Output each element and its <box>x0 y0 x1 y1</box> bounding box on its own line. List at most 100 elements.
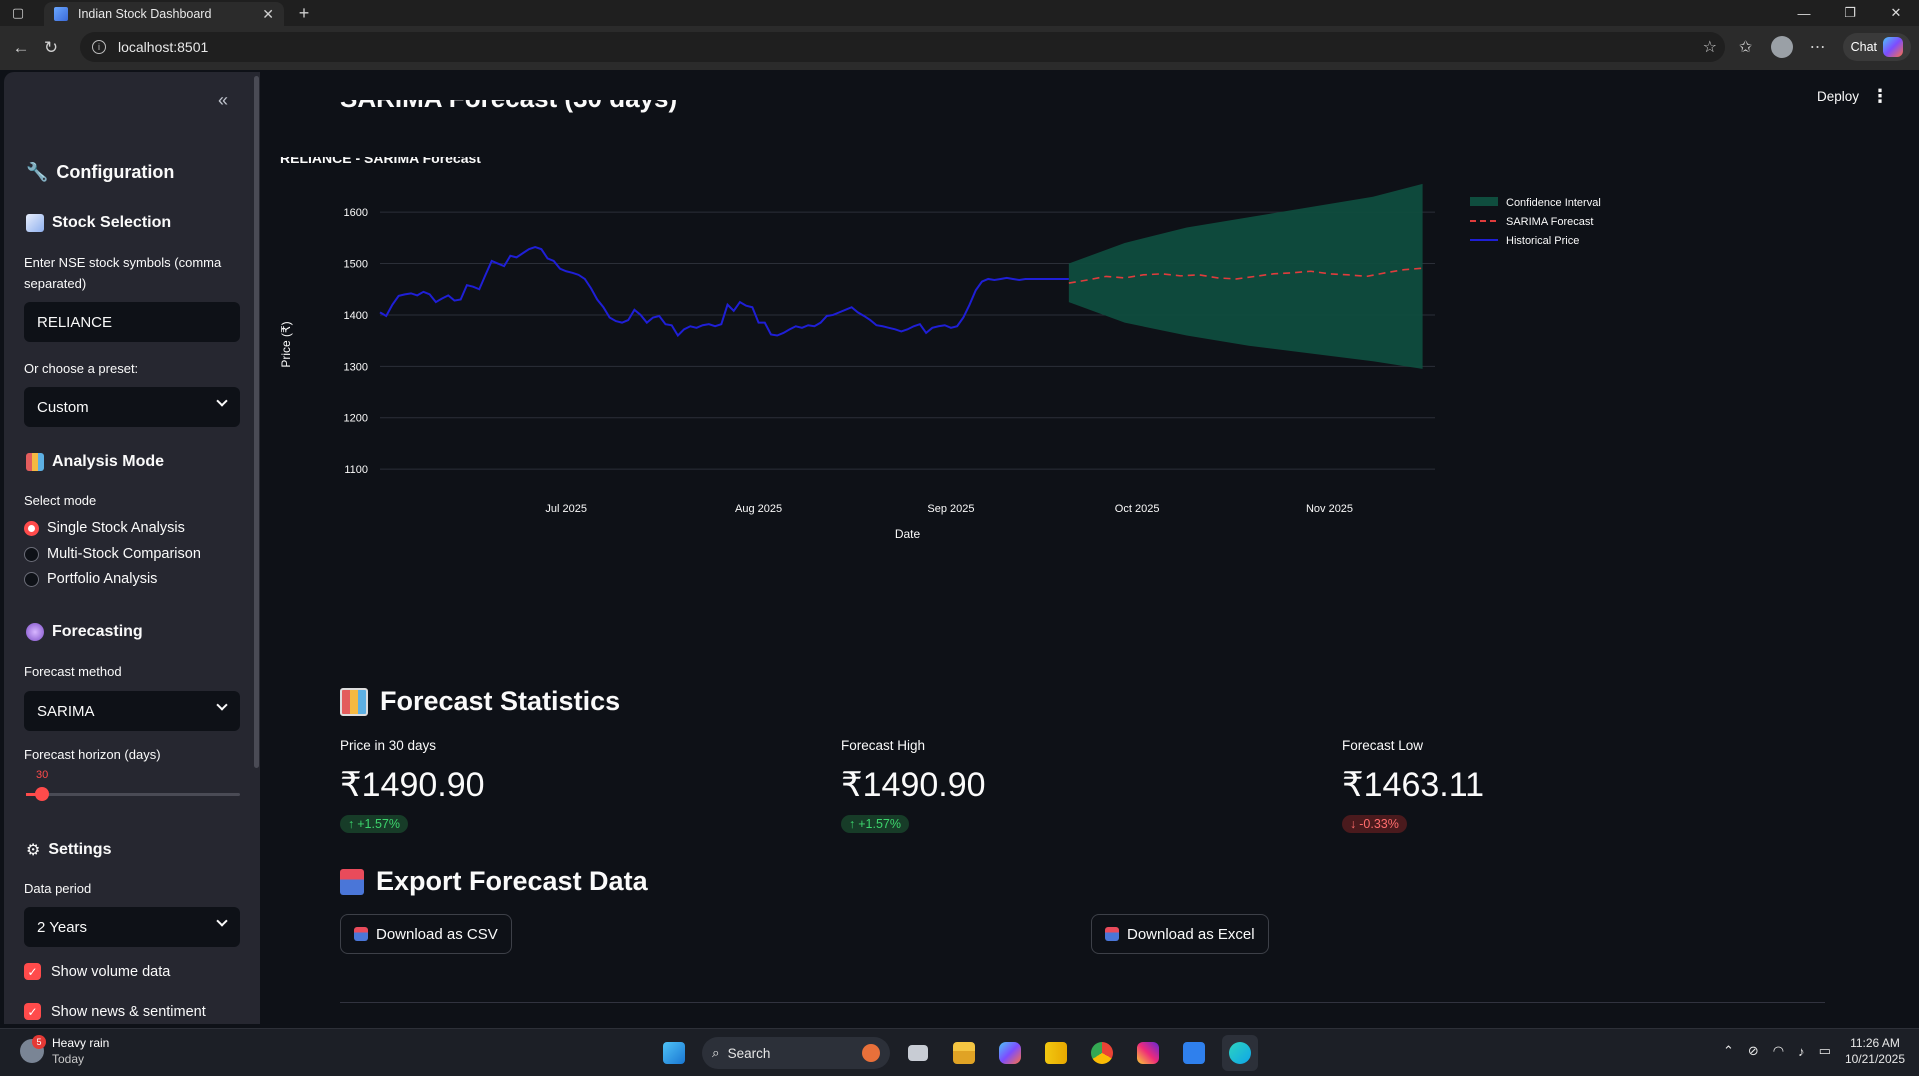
metric-price-30d: Price in 30 days ₹1490.90 ↑ +1.57% <box>340 738 485 833</box>
new-tab-icon[interactable]: + <box>292 2 316 24</box>
arrow-up-icon: ↑ <box>849 817 856 831</box>
site-info-icon[interactable]: i <box>92 40 106 54</box>
forecasting-heading: Forecasting <box>26 623 143 641</box>
x-tick-label: Jul 2025 <box>545 503 587 515</box>
method-select[interactable]: SARIMA <box>24 691 240 731</box>
copilot-app-icon[interactable] <box>992 1035 1028 1071</box>
chevron-down-icon <box>216 395 228 407</box>
reload-icon[interactable]: ↻ <box>36 33 66 63</box>
horizon-label: Forecast horizon (days) <box>24 747 161 762</box>
taskbar-search[interactable]: ⌕ Search <box>702 1037 890 1069</box>
window-close-icon[interactable]: ✕ <box>1873 0 1919 26</box>
edge-icon[interactable] <box>1222 1035 1258 1071</box>
arrow-up-icon: ↑ <box>348 817 355 831</box>
more-icon[interactable]: ⋯ <box>1807 37 1829 57</box>
search-icon: ⌕ <box>712 1045 720 1060</box>
url-input[interactable]: i localhost:8501 ☆ <box>80 32 1725 62</box>
checkmark-icon: ✓ <box>24 1003 41 1020</box>
deploy-button[interactable]: Deploy <box>1817 89 1859 104</box>
task-view-icon[interactable] <box>900 1035 936 1071</box>
restore-icon[interactable]: ❐ <box>1827 0 1873 26</box>
chrome-icon[interactable] <box>1084 1035 1120 1071</box>
tab-actions-icon[interactable]: ▢ <box>0 0 36 26</box>
file-explorer-icon[interactable] <box>946 1035 982 1071</box>
favorite-star-icon[interactable]: ☆ <box>1703 37 1717 57</box>
forecast-title-cut: SARIMA Forecast (30 days) <box>340 100 677 116</box>
checkmark-icon: ✓ <box>24 963 41 980</box>
windows-start-icon[interactable] <box>656 1035 692 1071</box>
battery-icon[interactable]: ▭ <box>1819 1043 1831 1059</box>
horizon-slider-track[interactable] <box>26 793 240 796</box>
checkbox-volume[interactable]: ✓ Show volume data <box>24 963 170 980</box>
download-excel-button[interactable]: Download as Excel <box>1091 914 1269 954</box>
x-tick-label: Nov 2025 <box>1306 503 1353 515</box>
instagram-icon[interactable] <box>1130 1035 1166 1071</box>
legend-label: Historical Price <box>1506 235 1579 247</box>
collapse-sidebar-icon[interactable]: « <box>218 90 228 111</box>
arrow-down-icon: ↓ <box>1350 817 1357 831</box>
y-tick-label: 1300 <box>344 361 368 373</box>
tab-close-icon[interactable]: ✕ <box>262 6 274 23</box>
browser-tab[interactable]: Indian Stock Dashboard ✕ <box>44 2 284 26</box>
method-label: Forecast method <box>24 664 122 679</box>
x-tick-label: Aug 2025 <box>735 503 782 515</box>
y-tick-label: 1100 <box>344 464 368 476</box>
inbox-tray-icon <box>354 927 368 941</box>
y-axis-label: Price (₹) <box>280 321 293 367</box>
configuration-heading: 🔧 Configuration <box>26 162 175 182</box>
taskbar: 5 Heavy rain Today ⌕ Search ⌃ ⊘ ◠ ♪ ▭ 11… <box>0 1028 1919 1076</box>
legend-label: SARIMA Forecast <box>1506 216 1593 228</box>
copilot-chat-button[interactable]: Chat <box>1842 33 1911 61</box>
chart-up-icon <box>26 214 44 232</box>
metric-forecast-low: Forecast Low ₹1463.11 ↓ -0.33% <box>1342 738 1485 833</box>
stats-heading: Forecast Statistics <box>340 686 620 717</box>
wifi-icon[interactable]: ◠ <box>1773 1043 1784 1059</box>
period-select[interactable]: 2 Years <box>24 907 240 947</box>
preset-select[interactable]: Custom <box>24 387 240 427</box>
download-csv-button[interactable]: Download as CSV <box>340 914 512 954</box>
horizon-slider-thumb[interactable] <box>35 787 49 801</box>
clock[interactable]: 11:26 AM 10/21/2025 <box>1845 1035 1905 1067</box>
legend-swatch-ci <box>1470 197 1498 206</box>
crystal-ball-icon <box>26 623 44 641</box>
weather-widget[interactable]: 5 Heavy rain Today <box>20 1035 109 1067</box>
favorites-icon[interactable]: ✩ <box>1735 37 1757 57</box>
radio-single-stock[interactable]: Single Stock Analysis <box>24 520 185 536</box>
symbols-input[interactable]: RELIANCE <box>24 302 240 342</box>
chart-title: RELIANCE - SARIMA Forecast <box>280 157 481 166</box>
metric-forecast-high: Forecast High ₹1490.90 ↑ +1.57% <box>841 738 986 833</box>
main-menu-icon[interactable]: ⋮ <box>1871 86 1889 107</box>
mode-label: Select mode <box>24 493 97 508</box>
stock-selection-heading: Stock Selection <box>26 214 171 232</box>
network-off-icon[interactable]: ⊘ <box>1748 1043 1759 1059</box>
volume-icon[interactable]: ♪ <box>1798 1044 1805 1059</box>
checkbox-news[interactable]: ✓ Show news & sentiment <box>24 1003 206 1020</box>
x-axis-label: Date <box>895 527 921 541</box>
delta-badge: ↑ +1.57% <box>340 815 408 833</box>
bar-chart-icon <box>340 687 368 716</box>
weather-sub: Today <box>52 1052 85 1066</box>
search-highlight-icon <box>862 1044 880 1062</box>
radio-multi-stock[interactable]: Multi-Stock Comparison <box>24 546 201 562</box>
rain-cloud-icon: 5 <box>20 1035 46 1063</box>
sidebar-scrollbar[interactable] <box>254 76 259 768</box>
delta-badge: ↓ -0.33% <box>1342 815 1407 833</box>
historical-price-line <box>379 246 1069 338</box>
radio-dot <box>24 546 39 562</box>
y-tick-label: 1400 <box>344 310 368 322</box>
symbols-label: Enter NSE stock symbols (comma separated… <box>24 255 222 291</box>
forecast-chart-svg: RELIANCE - SARIMA Forecast 1100 1200 1300 14… <box>279 150 1601 541</box>
power-bi-icon[interactable] <box>1038 1035 1074 1071</box>
gear-icon: ⚙ <box>26 842 41 859</box>
bar-chart-icon <box>26 453 44 471</box>
back-icon[interactable]: ← <box>6 33 36 63</box>
radio-dot <box>24 520 39 536</box>
minimize-icon[interactable]: — <box>1781 0 1827 26</box>
profile-avatar[interactable] <box>1770 36 1793 58</box>
chevron-up-icon[interactable]: ⌃ <box>1723 1043 1734 1059</box>
x-tick-label: Sep 2025 <box>927 503 974 515</box>
sidebar: « 🔧 Configuration Stock Selection Enter … <box>4 72 260 1024</box>
vscode-icon[interactable] <box>1176 1035 1212 1071</box>
radio-portfolio[interactable]: Portfolio Analysis <box>24 571 157 587</box>
horizon-value: 30 <box>36 769 49 781</box>
